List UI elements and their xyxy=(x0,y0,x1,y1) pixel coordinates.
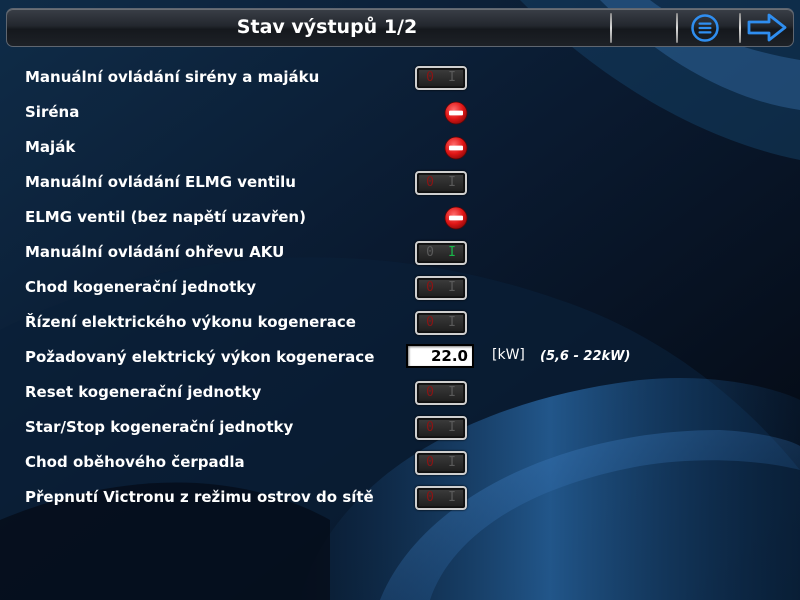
no-entry-icon xyxy=(444,136,468,160)
header-divider xyxy=(739,13,741,43)
toggle-switch[interactable]: 0I xyxy=(415,451,467,475)
output-row: Siréna xyxy=(0,95,800,130)
menu-button[interactable] xyxy=(679,9,737,46)
toggle-on-segment: I xyxy=(441,70,463,86)
toggle-on-segment: I xyxy=(441,490,463,506)
output-row: Přepnutí Victronu z režimu ostrov do sít… xyxy=(0,480,800,515)
toggle-switch[interactable]: 0I xyxy=(415,66,467,90)
output-label: Řízení elektrického výkonu kogenerace xyxy=(25,313,356,331)
toggle-switch[interactable]: 0I xyxy=(415,311,467,335)
output-label: Manuální ovládání ELMG ventilu xyxy=(25,173,296,191)
output-label: Star/Stop kogenerační jednotky xyxy=(25,418,294,436)
toggle-off-segment: 0 xyxy=(419,175,441,191)
unit-label: [kW] xyxy=(492,347,525,363)
output-row: Chod kogenerační jednotky 0 I xyxy=(0,270,800,305)
output-row: Reset kogenerační jednotky 0 I xyxy=(0,375,800,410)
toggle-on-segment: I xyxy=(441,385,463,401)
output-label: Siréna xyxy=(25,103,80,121)
page-title: Stav výstupů 1/2 xyxy=(236,16,418,38)
range-hint: (5,6 - 22kW) xyxy=(540,349,631,364)
output-label: Chod oběhového čerpadla xyxy=(25,453,245,471)
toggle-on-segment: I xyxy=(441,315,463,331)
output-label: Požadovaný elektrický výkon kogenerace xyxy=(25,348,375,366)
toggle-off-segment: 0 xyxy=(419,455,441,471)
toggle-off-segment: 0 xyxy=(419,70,441,86)
next-page-button[interactable] xyxy=(743,9,793,46)
output-row: ELMG ventil (bez napětí uzavřen) xyxy=(0,200,800,235)
toggle-on-segment: I xyxy=(441,280,463,296)
output-label: Manuální ovládání sirény a majáku xyxy=(25,68,320,86)
output-row: Manuální ovládání ELMG ventilu 0 I xyxy=(0,165,800,200)
output-label: Manuální ovládání ohřevu AKU xyxy=(25,243,285,261)
toggle-off-segment: 0 xyxy=(419,280,441,296)
output-row: Chod oběhového čerpadla 0 I xyxy=(0,445,800,480)
output-row: Řízení elektrického výkonu kogenerace 0 I xyxy=(0,305,800,340)
output-label: Maják xyxy=(25,138,76,156)
toggle-off-segment: 0 xyxy=(419,315,441,331)
arrow-right-icon xyxy=(747,13,787,42)
toggle-off-segment: 0 xyxy=(419,490,441,506)
toggle-on-segment: I xyxy=(441,245,463,261)
output-label: Chod kogenerační jednotky xyxy=(25,278,257,296)
output-row: Manuální ovládání ohřevu AKU 0 I xyxy=(0,235,800,270)
toggle-on-segment: I xyxy=(441,455,463,471)
power-setpoint-input[interactable]: 22.0 xyxy=(406,344,474,368)
output-row: Maják xyxy=(0,130,800,165)
output-label: Reset kogenerační jednotky xyxy=(25,383,262,401)
output-row: Star/Stop kogenerační jednotky 0 I xyxy=(0,410,800,445)
toggle-switch[interactable]: 0I xyxy=(415,171,467,195)
toggle-off-segment: 0 xyxy=(419,245,441,261)
no-entry-icon xyxy=(444,206,468,230)
toggle-off-segment: 0 xyxy=(419,385,441,401)
output-label: ELMG ventil (bez napětí uzavřen) xyxy=(25,208,306,226)
toggle-switch[interactable]: 0I xyxy=(415,241,467,265)
output-label: Přepnutí Victronu z režimu ostrov do sít… xyxy=(25,488,374,506)
output-row: Požadovaný elektrický výkon kogenerace 22… xyxy=(0,340,800,375)
toggle-switch[interactable]: 0I xyxy=(415,276,467,300)
output-row: Manuální ovládání sirény a majáku 0 I xyxy=(0,60,800,95)
list-menu-icon xyxy=(691,14,719,42)
header-divider xyxy=(610,13,612,43)
toggle-switch[interactable]: 0I xyxy=(415,381,467,405)
title-bar: Stav výstupů 1/2 xyxy=(6,8,794,47)
toggle-switch[interactable]: 0I xyxy=(415,486,467,510)
toggle-off-segment: 0 xyxy=(419,420,441,436)
toggle-on-segment: I xyxy=(441,420,463,436)
toggle-switch[interactable]: 0I xyxy=(415,416,467,440)
no-entry-icon xyxy=(444,101,468,125)
toggle-on-segment: I xyxy=(441,175,463,191)
header-divider xyxy=(676,13,678,43)
